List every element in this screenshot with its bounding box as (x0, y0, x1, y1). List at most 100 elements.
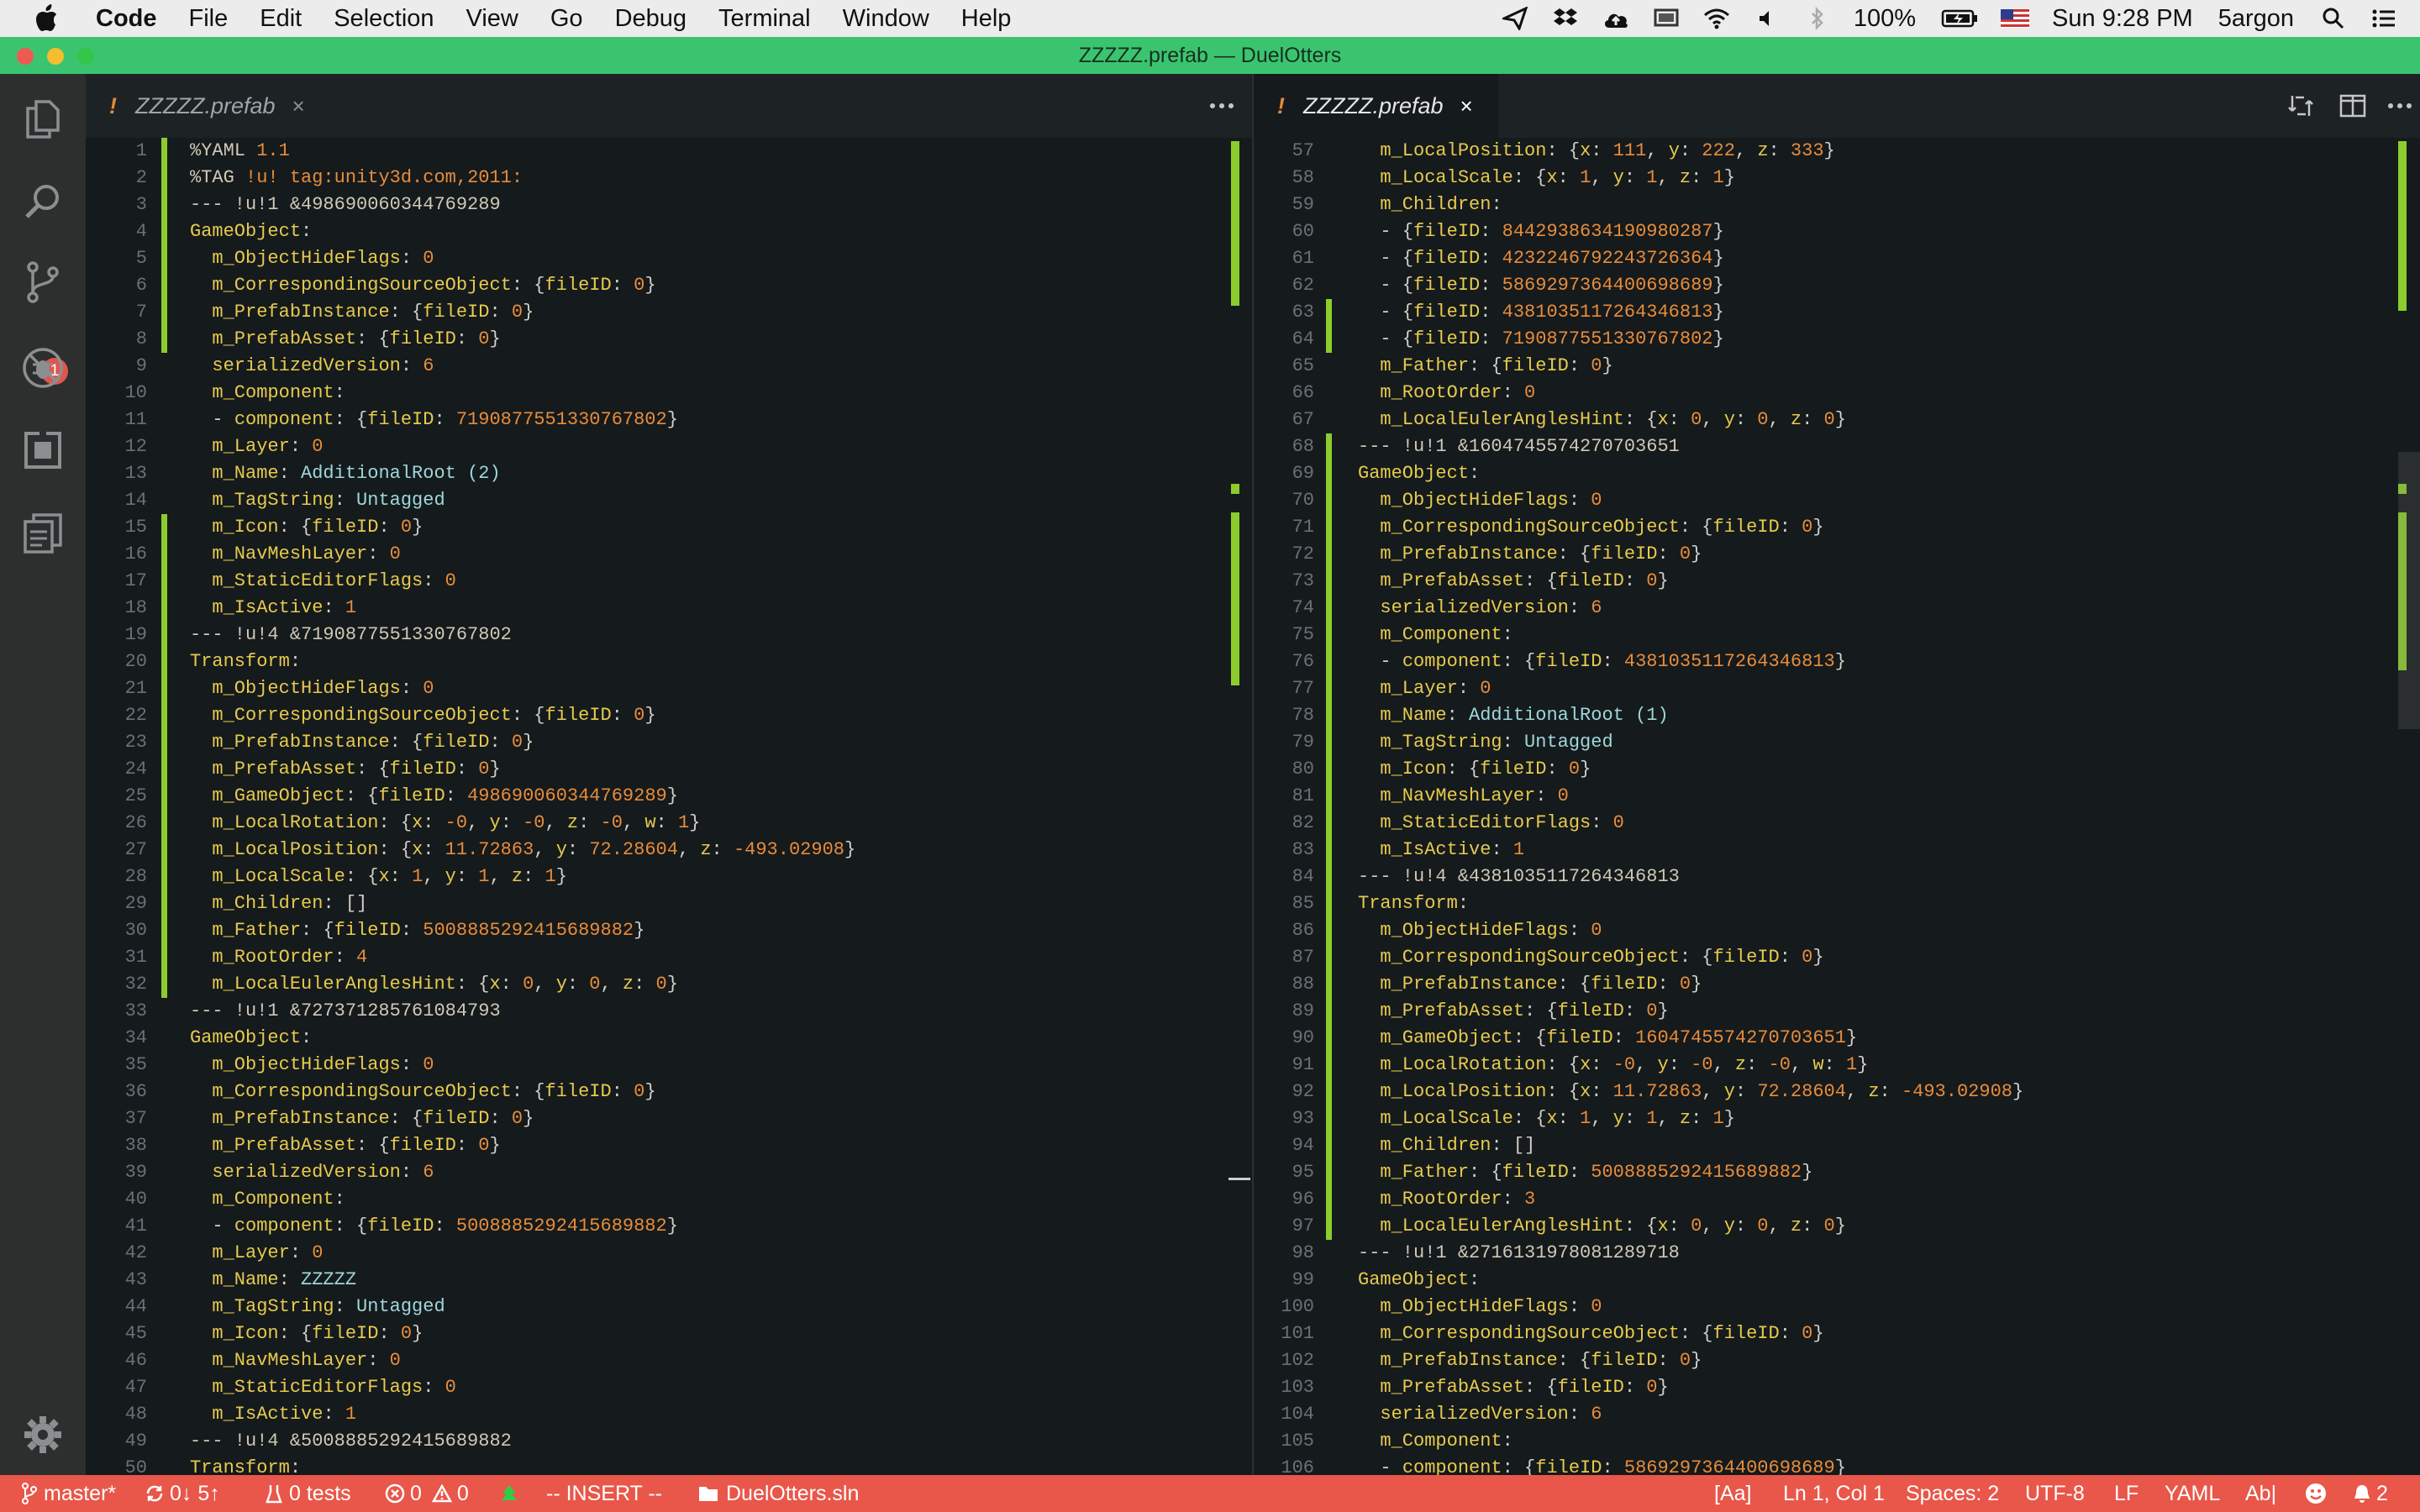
menu-selection[interactable]: Selection (334, 5, 434, 33)
more-actions-icon[interactable] (1205, 89, 1239, 123)
match-case-toggle[interactable]: [Aa] (1714, 1475, 1751, 1512)
code-line[interactable]: 95 m_Father: {fileID: 500888529241568988… (1254, 1159, 2420, 1186)
code-line[interactable]: 12 m_Layer: 0 (86, 433, 1252, 460)
tree-icon[interactable] (499, 1475, 519, 1512)
apple-logo-icon[interactable] (34, 3, 64, 34)
code-line[interactable]: 9 serializedVersion: 6 (86, 353, 1252, 380)
battery-icon[interactable] (1941, 6, 1978, 31)
code-line[interactable]: 81 m_NavMeshLayer: 0 (1254, 783, 2420, 810)
us-flag-icon[interactable] (2000, 6, 2030, 31)
code-line[interactable]: 82 m_StaticEditorFlags: 0 (1254, 810, 2420, 837)
right-code-editor[interactable]: 57 m_LocalPosition: {x: 111, y: 222, z: … (1254, 138, 2420, 1475)
code-line[interactable]: 102 m_PrefabInstance: {fileID: 0} (1254, 1347, 2420, 1374)
code-line[interactable]: 47 m_StaticEditorFlags: 0 (86, 1374, 1252, 1401)
code-line[interactable]: 42 m_Layer: 0 (86, 1240, 1252, 1267)
code-line[interactable]: 15 m_Icon: {fileID: 0} (86, 514, 1252, 541)
code-line[interactable]: 25 m_GameObject: {fileID: 49869006034476… (86, 783, 1252, 810)
language-mode[interactable]: YAML (2165, 1475, 2220, 1512)
code-line[interactable]: 33 --- !u!1 &727371285761084793 (86, 998, 1252, 1025)
code-line[interactable]: 72 m_PrefabInstance: {fileID: 0} (1254, 541, 2420, 568)
code-line[interactable]: 103 m_PrefabAsset: {fileID: 0} (1254, 1374, 2420, 1401)
left-editor-tab[interactable]: ! ZZZZZ.prefab × (86, 74, 330, 138)
dropbox-icon[interactable] (1551, 6, 1580, 31)
code-line[interactable]: 45 m_Icon: {fileID: 0} (86, 1320, 1252, 1347)
extensions-icon[interactable] (21, 428, 65, 472)
close-tab-icon[interactable]: × (1460, 93, 1473, 119)
cursor-position[interactable]: Ln 1, Col 1 (1783, 1475, 1885, 1512)
branch-indicator[interactable]: master* (22, 1475, 116, 1512)
code-line[interactable]: 90 m_GameObject: {fileID: 16047455742707… (1254, 1025, 2420, 1052)
code-line[interactable]: 44 m_TagString: Untagged (86, 1294, 1252, 1320)
code-line[interactable]: 65 m_Father: {fileID: 0} (1254, 353, 2420, 380)
code-line[interactable]: 75 m_Component: (1254, 622, 2420, 648)
code-line[interactable]: 14 m_TagString: Untagged (86, 487, 1252, 514)
clock[interactable]: Sun 9:28 PM (2052, 5, 2193, 33)
code-line[interactable]: 97 m_LocalEulerAnglesHint: {x: 0, y: 0, … (1254, 1213, 2420, 1240)
code-line[interactable]: 59 m_Children: (1254, 192, 2420, 218)
feedback-smiley-icon[interactable] (2304, 1475, 2328, 1512)
menu-help[interactable]: Help (961, 5, 1012, 33)
code-line[interactable]: 50 Transform: (86, 1455, 1252, 1475)
code-line[interactable]: 26 m_LocalRotation: {x: -0, y: -0, z: -0… (86, 810, 1252, 837)
code-line[interactable]: 46 m_NavMeshLayer: 0 (86, 1347, 1252, 1374)
code-line[interactable]: 37 m_PrefabInstance: {fileID: 0} (86, 1105, 1252, 1132)
code-line[interactable]: 88 m_PrefabInstance: {fileID: 0} (1254, 971, 2420, 998)
code-line[interactable]: 6 m_CorrespondingSourceObject: {fileID: … (86, 272, 1252, 299)
code-line[interactable]: 61 - {fileID: 4232246792243726364} (1254, 245, 2420, 272)
code-line[interactable]: 79 m_TagString: Untagged (1254, 729, 2420, 756)
settings-gear-icon[interactable] (21, 1413, 65, 1457)
code-line[interactable]: 3 --- !u!1 &498690060344769289 (86, 192, 1252, 218)
test-status[interactable]: 0 tests (266, 1475, 351, 1512)
code-line[interactable]: 7 m_PrefabInstance: {fileID: 0} (86, 299, 1252, 326)
code-line[interactable]: 63 - {fileID: 4381035117264346813} (1254, 299, 2420, 326)
notification-center-icon[interactable] (2370, 6, 2398, 31)
source-control-icon[interactable] (21, 260, 65, 304)
user-name[interactable]: 5argon (2218, 5, 2294, 33)
code-line[interactable]: 24 m_PrefabAsset: {fileID: 0} (86, 756, 1252, 783)
code-line[interactable]: 64 - {fileID: 7190877551330767802} (1254, 326, 2420, 353)
close-tab-icon[interactable]: × (292, 93, 305, 119)
end-of-line[interactable]: LF (2114, 1475, 2139, 1512)
code-line[interactable]: 57 m_LocalPosition: {x: 111, y: 222, z: … (1254, 138, 2420, 165)
code-line[interactable]: 23 m_PrefabInstance: {fileID: 0} (86, 729, 1252, 756)
code-line[interactable]: 66 m_RootOrder: 0 (1254, 380, 2420, 407)
problems-status[interactable]: 0 0 (385, 1475, 469, 1512)
code-line[interactable]: 48 m_IsActive: 1 (86, 1401, 1252, 1428)
code-line[interactable]: 20 Transform: (86, 648, 1252, 675)
code-line[interactable]: 100 m_ObjectHideFlags: 0 (1254, 1294, 2420, 1320)
display-icon[interactable] (1652, 6, 1681, 31)
code-line[interactable]: 11 - component: {fileID: 719087755133076… (86, 407, 1252, 433)
code-line[interactable]: 58 m_LocalScale: {x: 1, y: 1, z: 1} (1254, 165, 2420, 192)
code-line[interactable]: 106 - component: {fileID: 58692973644006… (1254, 1455, 2420, 1475)
code-line[interactable]: 27 m_LocalPosition: {x: 11.72863, y: 72.… (86, 837, 1252, 864)
code-line[interactable]: 104 serializedVersion: 6 (1254, 1401, 2420, 1428)
code-line[interactable]: 101 m_CorrespondingSourceObject: {fileID… (1254, 1320, 2420, 1347)
spotlight-search-icon[interactable] (2319, 6, 2348, 31)
code-line[interactable]: 5 m_ObjectHideFlags: 0 (86, 245, 1252, 272)
menu-go[interactable]: Go (550, 5, 583, 33)
code-line[interactable]: 67 m_LocalEulerAnglesHint: {x: 0, y: 0, … (1254, 407, 2420, 433)
code-line[interactable]: 8 m_PrefabAsset: {fileID: 0} (86, 326, 1252, 353)
code-line[interactable]: 32 m_LocalEulerAnglesHint: {x: 0, y: 0, … (86, 971, 1252, 998)
right-editor-tab[interactable]: ! ZZZZZ.prefab × (1254, 74, 1498, 138)
code-line[interactable]: 78 m_Name: AdditionalRoot (1) (1254, 702, 2420, 729)
code-line[interactable]: 76 - component: {fileID: 438103511726434… (1254, 648, 2420, 675)
code-line[interactable]: 94 m_Children: [] (1254, 1132, 2420, 1159)
code-line[interactable]: 92 m_LocalPosition: {x: 11.72863, y: 72.… (1254, 1079, 2420, 1105)
code-line[interactable]: 10 m_Component: (86, 380, 1252, 407)
open-changes-icon[interactable] (2284, 89, 2317, 123)
more-actions-icon[interactable] (2383, 89, 2417, 123)
code-line[interactable]: 22 m_CorrespondingSourceObject: {fileID:… (86, 702, 1252, 729)
code-line[interactable]: 96 m_RootOrder: 3 (1254, 1186, 2420, 1213)
menu-debug[interactable]: Debug (615, 5, 687, 33)
code-line[interactable]: 98 --- !u!1 &2716131978081289718 (1254, 1240, 2420, 1267)
code-line[interactable]: 49 --- !u!4 &5008885292415689882 (86, 1428, 1252, 1455)
code-line[interactable]: 73 m_PrefabAsset: {fileID: 0} (1254, 568, 2420, 595)
menu-edit[interactable]: Edit (260, 5, 302, 33)
debug-icon[interactable] (21, 346, 65, 390)
code-line[interactable]: 43 m_Name: ZZZZZ (86, 1267, 1252, 1294)
menu-code[interactable]: Code (96, 5, 157, 33)
close-window-button[interactable] (17, 48, 34, 65)
code-line[interactable]: 1 %YAML 1.1 (86, 138, 1252, 165)
code-line[interactable]: 21 m_ObjectHideFlags: 0 (86, 675, 1252, 702)
